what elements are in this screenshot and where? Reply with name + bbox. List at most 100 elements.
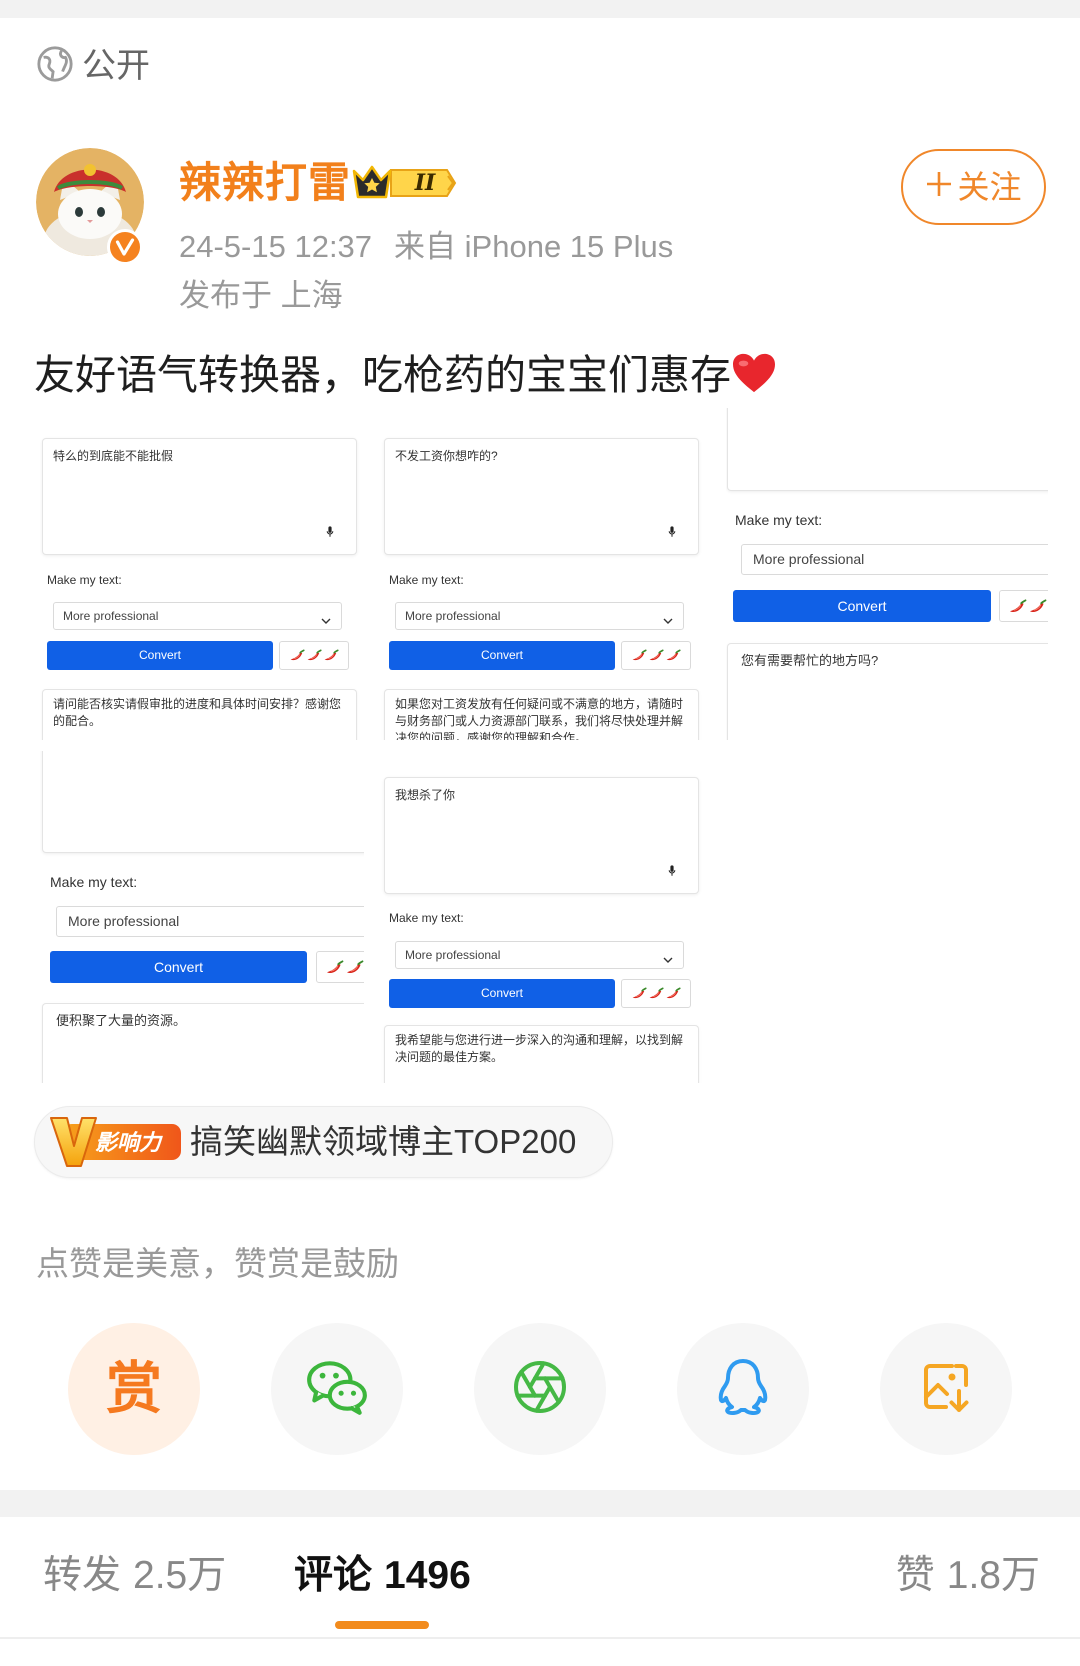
post-image-5[interactable]: 我想杀了你 Make my text: More professional Co… bbox=[381, 751, 705, 1083]
post-source: 来自 iPhone 15 Plus bbox=[394, 229, 674, 264]
source-text: 我想杀了你 bbox=[395, 788, 456, 802]
microphone-icon bbox=[668, 525, 676, 537]
tone-select-value: More professional bbox=[753, 551, 865, 567]
source-text-box bbox=[727, 408, 1048, 491]
chili-icon bbox=[649, 649, 664, 661]
make-my-text-label: Make my text: bbox=[389, 911, 464, 925]
post-body: 友好语气转换器，吃枪药的宝宝们惠存 bbox=[34, 349, 777, 401]
chili-icon bbox=[290, 649, 305, 661]
post-image-6[interactable] bbox=[726, 751, 1048, 1083]
top-divider bbox=[0, 0, 1080, 18]
visibility-indicator: 公开 bbox=[36, 45, 150, 88]
chili-icon bbox=[347, 959, 364, 973]
chili-icon bbox=[307, 649, 322, 661]
make-my-text-label: Make my text: bbox=[389, 573, 464, 587]
converted-text: 您有需要帮忙的地方吗? bbox=[741, 653, 879, 668]
convert-button: Convert bbox=[47, 641, 273, 670]
tab-comments[interactable]: 评论 1496 bbox=[294, 1553, 471, 1599]
save-image-button[interactable] bbox=[880, 1323, 1012, 1455]
reward-prompt: 点赞是美意，赞赏是鼓励 bbox=[36, 1245, 399, 1282]
microphone-icon bbox=[326, 525, 334, 537]
post-image-3[interactable]: Make my text: More professional Convert … bbox=[726, 408, 1048, 740]
convert-button: Convert bbox=[389, 641, 615, 670]
influence-badge[interactable]: 影响力 搞笑幽默领域博主TOP200 bbox=[34, 1106, 613, 1178]
member-level-text: II bbox=[414, 170, 436, 196]
source-text: 特么的到底能不能批假 bbox=[53, 449, 174, 463]
converted-text-box: 我希望能与您进行进一步深入的沟通和理解，以找到解决问题的最佳方案。 bbox=[384, 1025, 699, 1083]
source-text-box bbox=[42, 751, 364, 853]
spice-level-button bbox=[999, 590, 1048, 622]
post-location: 发布于 上海 bbox=[179, 278, 343, 313]
chili-icon bbox=[632, 649, 647, 661]
likes-label: 赞 bbox=[895, 1554, 935, 1597]
spice-level-button bbox=[621, 641, 691, 670]
influence-label: 搞笑幽默领域博主TOP200 bbox=[190, 1123, 577, 1160]
repost-label: 转发 bbox=[43, 1554, 122, 1597]
section-divider bbox=[0, 1490, 1080, 1517]
active-tab-indicator bbox=[335, 1621, 429, 1629]
microphone-icon bbox=[668, 864, 676, 876]
source-text: 不发工资你想咋的? bbox=[395, 449, 498, 463]
chevron-down-icon bbox=[321, 612, 331, 624]
chili-icon bbox=[1030, 598, 1047, 612]
tone-select: More professional bbox=[56, 906, 364, 937]
share-qq-button[interactable] bbox=[677, 1323, 809, 1455]
converted-text-box: 如果您对工资发放有任何疑问或不满意的地方，请随时与财务部门或人力资源部门联系，我… bbox=[384, 689, 699, 740]
make-my-text-label: Make my text: bbox=[47, 573, 122, 587]
post-meta: 24-5-15 12:37 来自 iPhone 15 Plus bbox=[179, 228, 673, 266]
author-name[interactable]: 辣辣打雷 bbox=[179, 158, 351, 208]
tone-select-value: More professional bbox=[405, 948, 501, 962]
tab-repost[interactable]: 转发 2.5万 bbox=[43, 1553, 226, 1599]
qq-icon bbox=[711, 1355, 775, 1424]
converted-text-box: 请问能否核实请假审批的进度和具体时间安排？感谢您的配合。 bbox=[42, 689, 357, 740]
reward-label: 赏 bbox=[106, 1357, 162, 1420]
post-text: 友好语气转换器，吃枪药的宝宝们惠存 bbox=[34, 352, 731, 398]
converted-text: 如果您对工资发放有任何疑问或不满意的地方，请随时与财务部门或人力资源部门联系，我… bbox=[395, 697, 684, 740]
post-timestamp: 24-5-15 12:37 bbox=[179, 229, 373, 264]
bottom-divider bbox=[0, 1637, 1080, 1639]
influence-logo: 影响力 bbox=[49, 1116, 181, 1168]
globe-icon bbox=[36, 45, 74, 88]
converted-text-box: 便积聚了大量的资源。 bbox=[42, 1003, 364, 1083]
tone-select: More professional bbox=[395, 602, 684, 630]
comments-label: 评论 bbox=[294, 1554, 373, 1597]
wechat-icon bbox=[304, 1354, 370, 1425]
repost-count: 2.5万 bbox=[133, 1554, 227, 1597]
chevron-down-icon bbox=[663, 951, 673, 963]
spice-level-button bbox=[279, 641, 349, 670]
plus-icon bbox=[925, 169, 953, 206]
moments-icon bbox=[508, 1355, 572, 1424]
share-moments-button[interactable] bbox=[474, 1323, 606, 1455]
post-image-2[interactable]: 不发工资你想咋的? Make my text: More professiona… bbox=[381, 408, 705, 740]
convert-button: Convert bbox=[50, 951, 307, 983]
make-my-text-label: Make my text: bbox=[735, 512, 823, 528]
source-text-box: 不发工资你想咋的? bbox=[384, 438, 699, 555]
follow-label: 关注 bbox=[957, 169, 1022, 205]
influence-logo-text: 影响力 bbox=[95, 1130, 162, 1155]
reward-button[interactable]: 赏 bbox=[68, 1323, 200, 1455]
tone-select-value: More professional bbox=[68, 913, 180, 929]
chili-icon bbox=[324, 649, 339, 661]
chili-icon bbox=[632, 987, 647, 999]
follow-button[interactable]: 关注 bbox=[901, 149, 1046, 225]
tone-select: More professional bbox=[53, 602, 342, 630]
tone-select-value: More professional bbox=[63, 609, 159, 623]
converted-text: 请问能否核实请假审批的进度和具体时间安排？感谢您的配合。 bbox=[53, 697, 342, 728]
converted-text: 便积聚了大量的资源。 bbox=[56, 1013, 187, 1028]
member-level-badge[interactable]: II bbox=[351, 162, 459, 204]
tab-likes[interactable]: 赞 1.8万 bbox=[896, 1553, 1040, 1599]
share-wechat-button[interactable] bbox=[271, 1323, 403, 1455]
chili-icon bbox=[666, 649, 681, 661]
tone-select-value: More professional bbox=[405, 609, 501, 623]
chevron-down-icon bbox=[663, 612, 673, 624]
spice-level-button bbox=[316, 951, 364, 983]
source-text-box: 我想杀了你 bbox=[384, 777, 699, 894]
post-image-1[interactable]: 特么的到底能不能批假 Make my text: More profession… bbox=[40, 408, 364, 740]
chili-icon bbox=[327, 959, 344, 973]
chili-icon bbox=[1010, 598, 1027, 612]
tone-select: More professional bbox=[395, 941, 684, 969]
source-text-box: 特么的到底能不能批假 bbox=[42, 438, 357, 555]
post-image-4[interactable]: Make my text: More professional Convert … bbox=[40, 751, 364, 1083]
tone-select: More professional bbox=[741, 544, 1048, 575]
make-my-text-label: Make my text: bbox=[50, 874, 138, 890]
